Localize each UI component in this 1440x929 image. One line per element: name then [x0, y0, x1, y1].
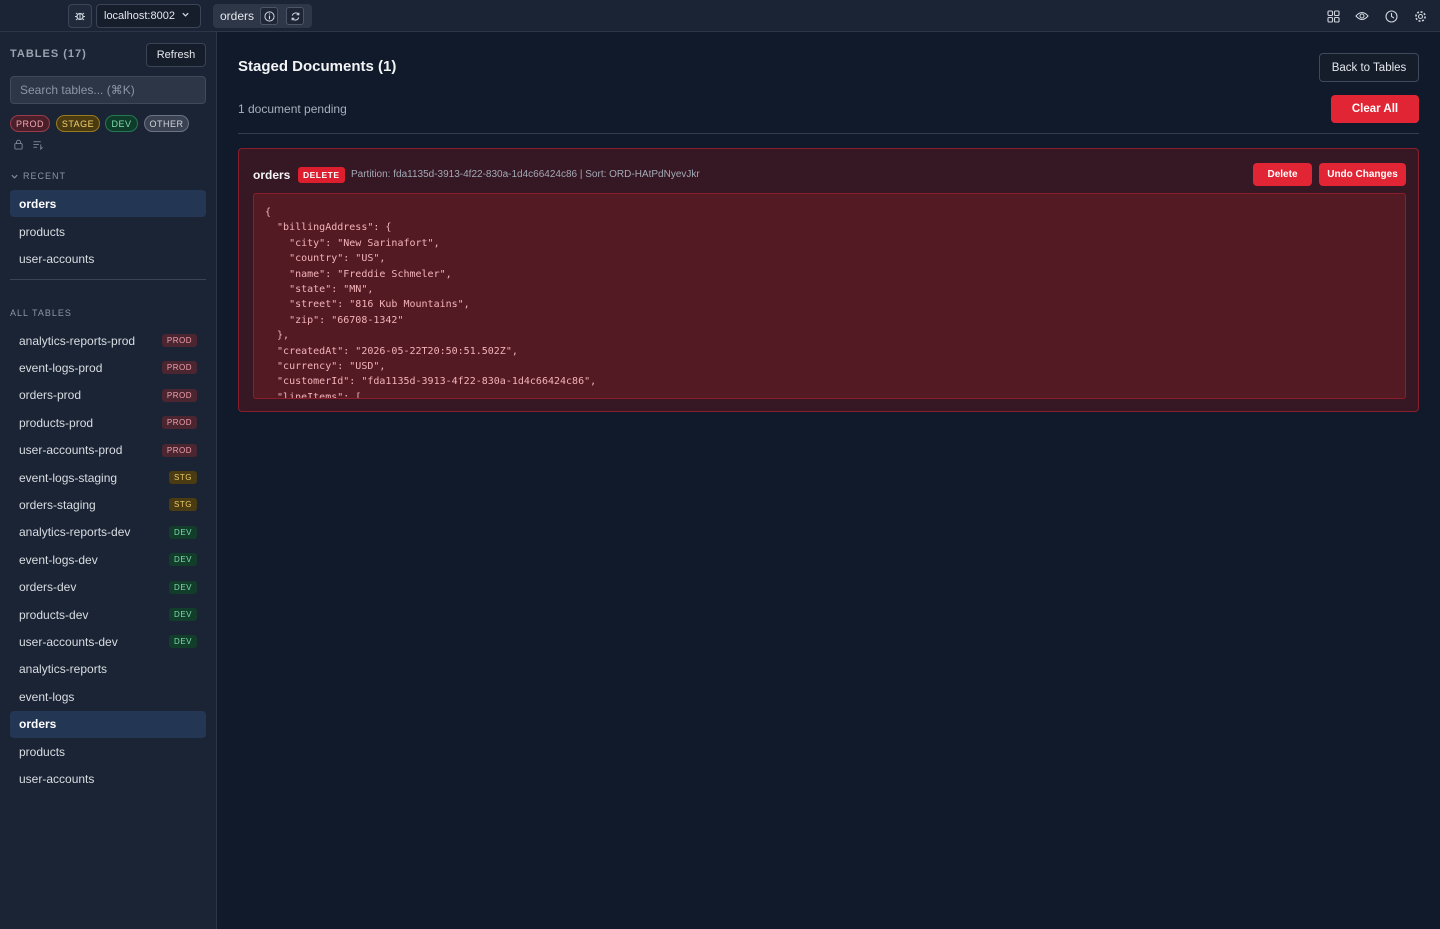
- table-item[interactable]: orders: [10, 710, 206, 738]
- sidebar: TABLES (17) Refresh PROD STAGE DEV OTHER…: [0, 32, 217, 929]
- table-item-label: analytics-reports: [19, 662, 108, 677]
- table-item-label: products-dev: [19, 607, 89, 622]
- lock-icon[interactable]: [11, 137, 25, 151]
- recent-label: RECENT: [23, 171, 67, 181]
- table-item[interactable]: user-accounts-prod PROD: [10, 437, 206, 464]
- table-item-label: event-logs-dev: [19, 552, 98, 567]
- table-item-label: analytics-reports-dev: [19, 525, 131, 540]
- table-item[interactable]: user-accounts: [10, 765, 206, 792]
- document-json[interactable]: { "billingAddress": { "city": "New Sarin…: [253, 193, 1406, 399]
- filter-prod[interactable]: PROD: [10, 115, 50, 132]
- env-badge: DEV: [169, 580, 197, 594]
- table-item-label: user-accounts: [19, 771, 95, 786]
- table-item[interactable]: products: [10, 738, 206, 765]
- card-table-name: orders: [253, 168, 291, 182]
- env-badge: PROD: [161, 416, 197, 430]
- staged-document-card: orders DELETE Partition: fda1135d-3913-4…: [238, 148, 1419, 412]
- table-item[interactable]: orders-prod PROD: [10, 382, 206, 409]
- filter-stage[interactable]: STAGE: [56, 115, 100, 132]
- table-item-label: orders-prod: [19, 388, 82, 403]
- table-item[interactable]: user-accounts-dev DEV: [10, 628, 206, 655]
- grid-icon[interactable]: [1325, 8, 1341, 24]
- refresh-icon[interactable]: [286, 7, 304, 25]
- pending-count: 1 document pending: [238, 102, 347, 116]
- refresh-button[interactable]: Refresh: [146, 43, 206, 67]
- recent-item-products[interactable]: products: [10, 218, 206, 245]
- env-badge: STG: [169, 498, 197, 512]
- tables-title: TABLES (17): [10, 48, 87, 60]
- filter-other[interactable]: OTHER: [144, 115, 189, 132]
- table-item[interactable]: products-prod PROD: [10, 409, 206, 436]
- chevron-down-icon: [10, 172, 19, 181]
- back-to-tables-button[interactable]: Back to Tables: [1319, 53, 1419, 82]
- table-item-label: products-prod: [19, 415, 94, 430]
- undo-changes-button[interactable]: Undo Changes: [1319, 163, 1406, 186]
- recent-section-label[interactable]: RECENT: [10, 171, 66, 181]
- gear-icon[interactable]: [1412, 8, 1428, 24]
- env-badge: PROD: [161, 443, 197, 457]
- recent-item-orders[interactable]: orders: [10, 190, 206, 217]
- recent-item-label: user-accounts: [19, 251, 95, 266]
- info-icon[interactable]: [260, 7, 278, 25]
- table-item-label: event-logs-staging: [19, 470, 118, 485]
- clock-icon[interactable]: [1383, 8, 1399, 24]
- table-item-label: orders-staging: [19, 497, 96, 512]
- chevron-down-icon: [181, 10, 190, 22]
- env-badge: PROD: [161, 334, 197, 347]
- sidebar-divider: [10, 279, 206, 280]
- delete-badge: DELETE: [298, 167, 345, 183]
- host-label: localhost:8002: [104, 10, 175, 22]
- page-title: Staged Documents (1): [238, 58, 397, 75]
- env-badge: PROD: [161, 361, 197, 375]
- card-keys: Partition: fda1135d-3913-4f22-830a-1d4c6…: [351, 169, 700, 180]
- recent-item-label: products: [19, 224, 66, 239]
- env-badge: DEV: [169, 525, 197, 539]
- table-item-label: user-accounts-dev: [19, 634, 118, 649]
- table-item-label: products: [19, 744, 66, 759]
- env-badge: DEV: [169, 608, 197, 621]
- table-item-label: orders-dev: [19, 580, 77, 595]
- table-item[interactable]: orders-dev DEV: [10, 574, 206, 601]
- table-item[interactable]: products-dev DEV: [10, 601, 206, 628]
- env-badge: STG: [169, 471, 197, 484]
- table-item-label: orders: [19, 717, 57, 732]
- bug-icon[interactable]: [68, 4, 92, 28]
- eye-icon[interactable]: [1354, 8, 1370, 24]
- env-badge: DEV: [169, 635, 197, 649]
- env-badge: PROD: [161, 388, 197, 402]
- env-badge: DEV: [169, 553, 197, 567]
- tab-label: orders: [220, 9, 255, 23]
- host-select[interactable]: localhost:8002: [96, 4, 201, 28]
- table-item[interactable]: analytics-reports: [10, 656, 206, 683]
- table-item[interactable]: analytics-reports-prod PROD: [10, 327, 206, 354]
- table-item[interactable]: event-logs-staging STG: [10, 464, 206, 491]
- all-tables-label: ALL TABLES: [10, 308, 72, 318]
- tab-orders[interactable]: orders: [213, 4, 312, 28]
- table-item[interactable]: analytics-reports-dev DEV: [10, 519, 206, 546]
- search-input[interactable]: [10, 76, 206, 104]
- table-item[interactable]: event-logs: [10, 683, 206, 710]
- table-item[interactable]: orders-staging STG: [10, 491, 206, 518]
- table-item-label: analytics-reports-prod: [19, 333, 136, 348]
- filter-dev[interactable]: DEV: [105, 115, 138, 132]
- recent-item-user-accounts[interactable]: user-accounts: [10, 245, 206, 272]
- main-panel: Staged Documents (1) Back to Tables 1 do…: [217, 32, 1440, 929]
- table-item-label: user-accounts-prod: [19, 443, 123, 458]
- sort-icon[interactable]: [31, 137, 45, 151]
- top-bar: localhost:8002 orders: [0, 0, 1440, 32]
- delete-button[interactable]: Delete: [1253, 163, 1312, 186]
- clear-all-button[interactable]: Clear All: [1331, 95, 1419, 123]
- recent-item-label: orders: [19, 196, 57, 211]
- main-divider: [238, 133, 1419, 134]
- table-item[interactable]: event-logs-dev DEV: [10, 546, 206, 573]
- table-item[interactable]: event-logs-prod PROD: [10, 354, 206, 381]
- table-item-label: event-logs: [19, 689, 75, 704]
- table-item-label: event-logs-prod: [19, 360, 103, 375]
